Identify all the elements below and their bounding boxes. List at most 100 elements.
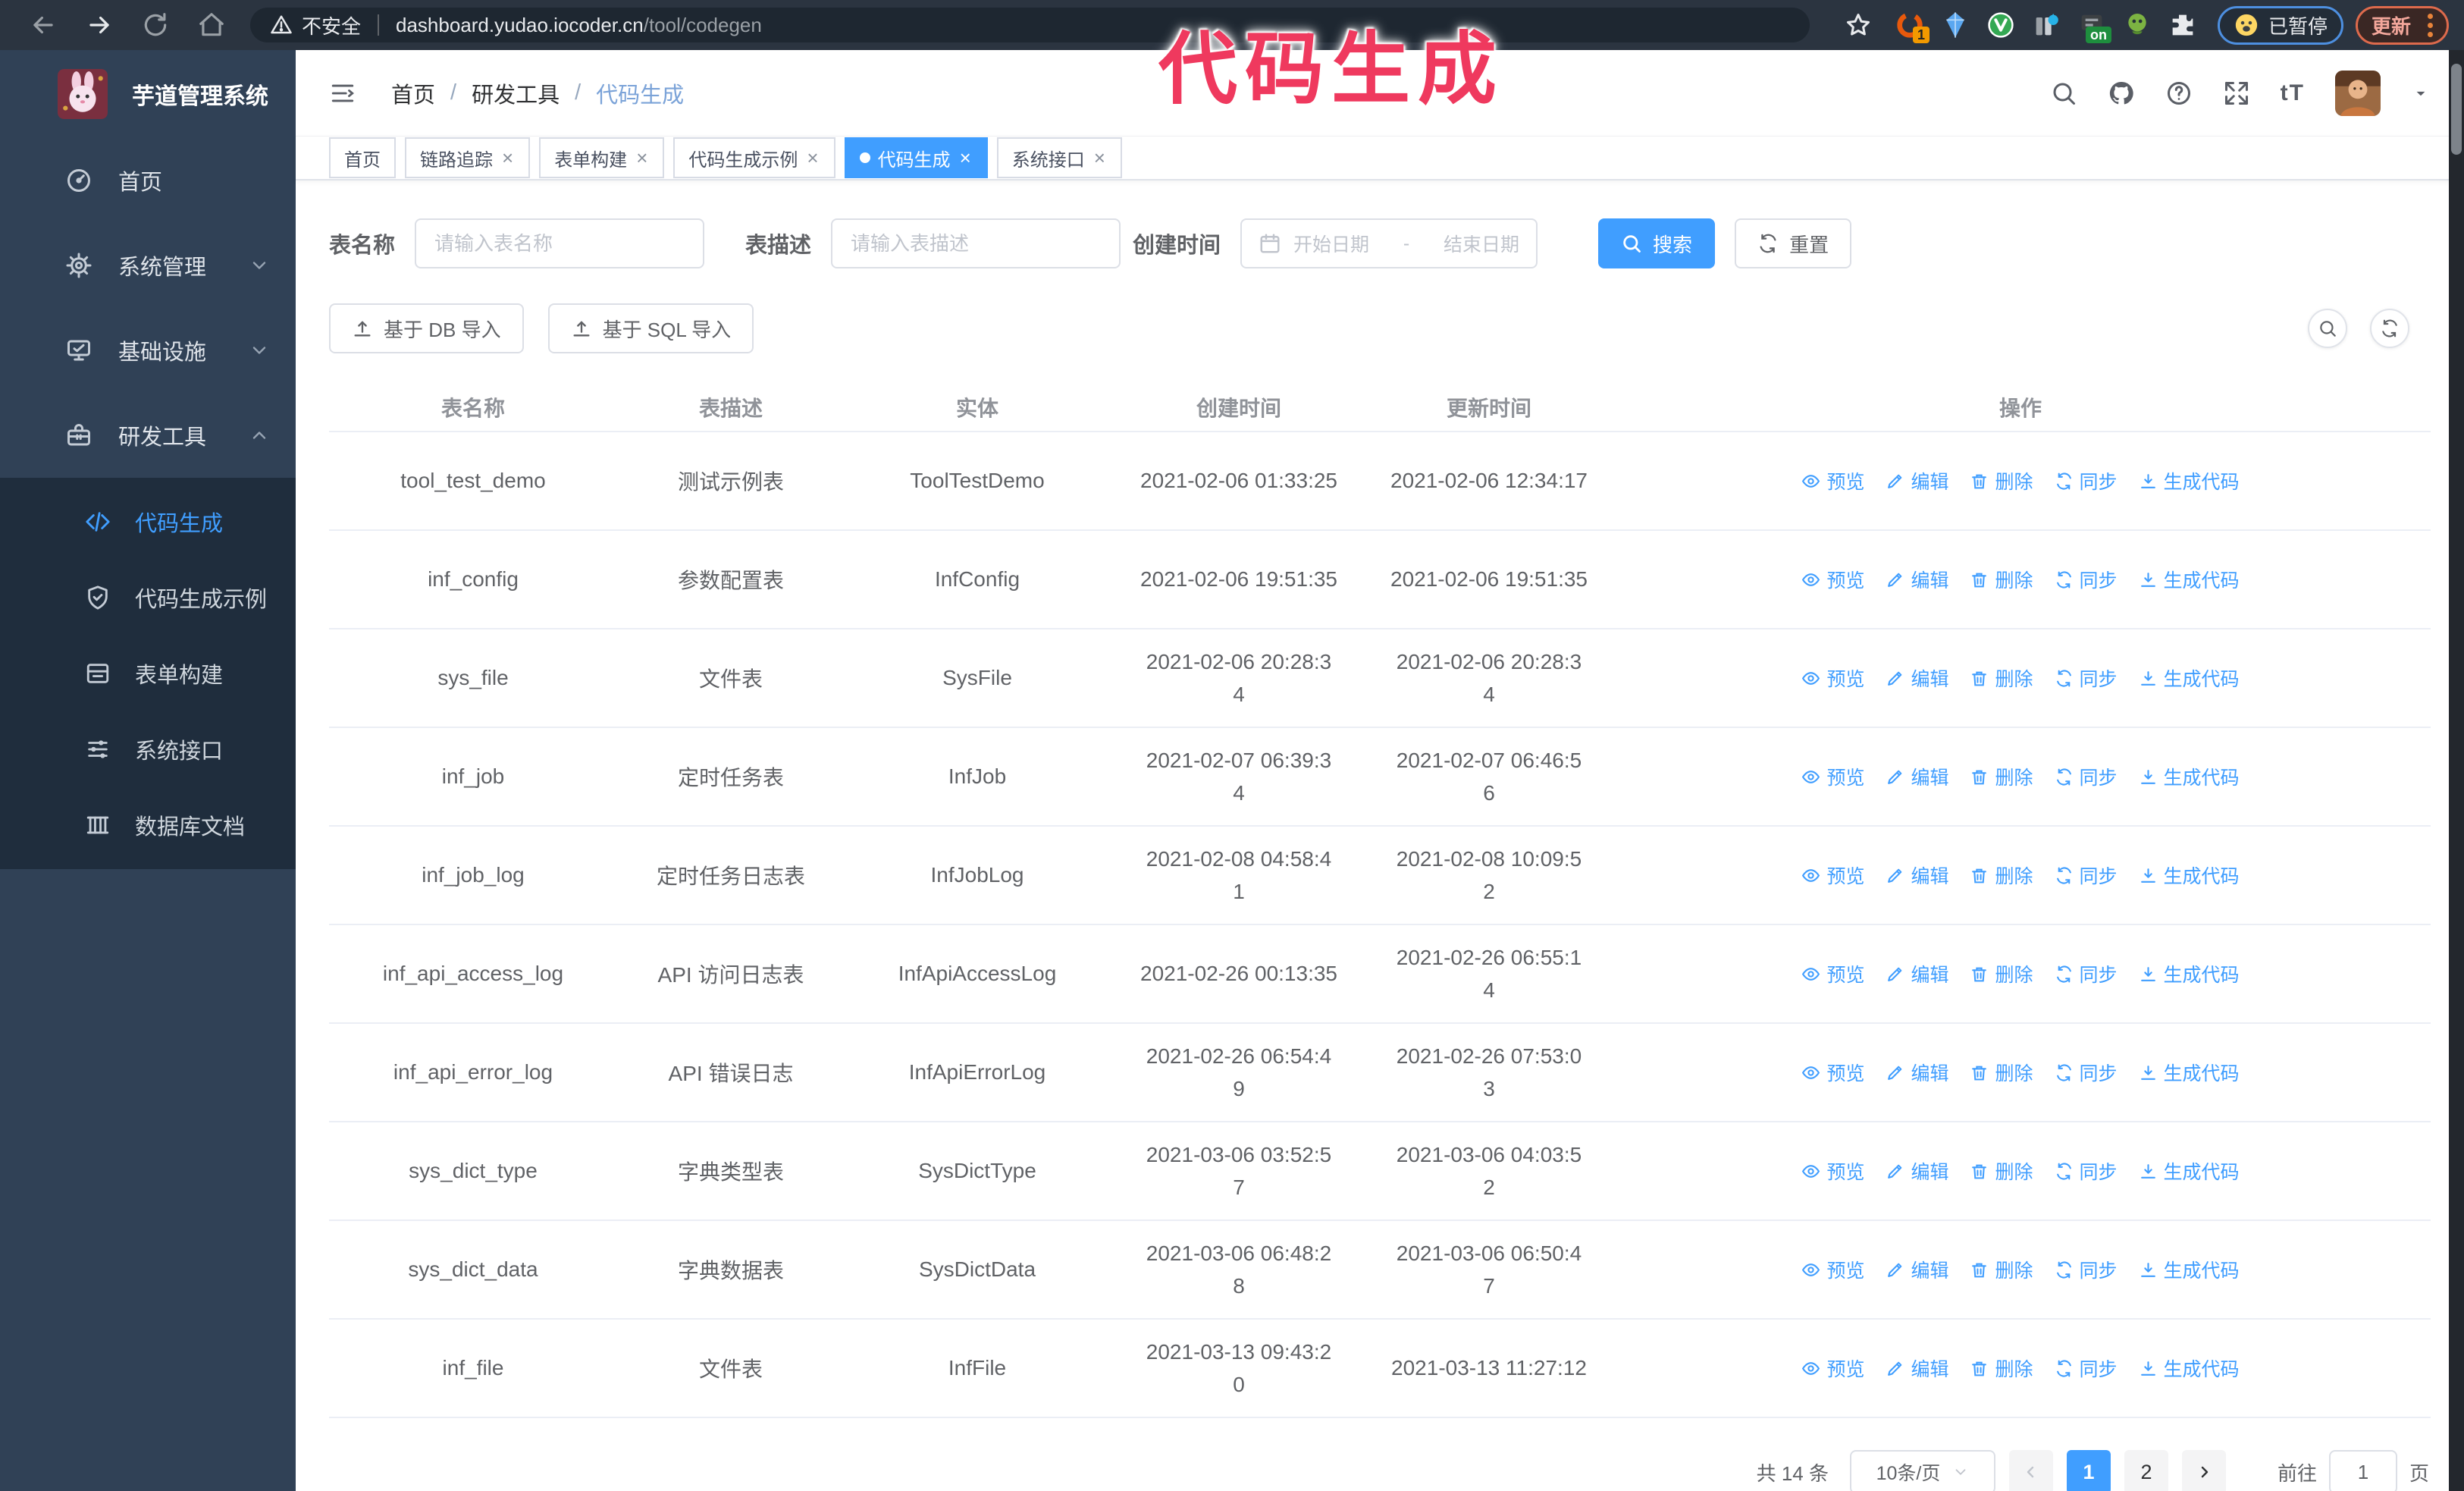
edit-link[interactable]: 编辑 [1886,467,1948,494]
address-bar[interactable]: 不安全 dashboard.yudao.iocoder.cn/tool/code… [250,8,1810,42]
delete-link[interactable]: 删除 [1970,1059,2033,1086]
tab-tracing[interactable]: 链路追踪 × [405,137,531,178]
generate-code-link[interactable]: 生成代码 [2139,763,2240,790]
preview-link[interactable]: 预览 [1801,763,1864,790]
prev-page-button[interactable] [2008,1450,2053,1491]
extension-icon-6[interactable] [2122,10,2152,40]
preview-link[interactable]: 预览 [1801,862,1864,889]
close-icon[interactable]: × [805,148,820,168]
delete-link[interactable]: 删除 [1970,467,2033,494]
sidebar-item-home[interactable]: 首页 [0,138,296,223]
preview-link[interactable]: 预览 [1801,1059,1864,1086]
page-size-select[interactable]: 10条/页 [1849,1450,1995,1491]
delete-link[interactable]: 删除 [1970,1157,2033,1185]
edit-link[interactable]: 编辑 [1886,1059,1948,1086]
generate-code-link[interactable]: 生成代码 [2139,960,2240,987]
sidebar-item-system-api[interactable]: 系统接口 [0,711,296,787]
search-button[interactable]: 搜索 [1598,218,1716,268]
github-icon[interactable] [2108,80,2135,107]
tab-home[interactable]: 首页 [329,137,396,178]
extension-icon-3[interactable] [1986,10,2016,40]
close-icon[interactable]: × [958,148,973,168]
preview-link[interactable]: 预览 [1801,566,1864,593]
edit-link[interactable]: 编辑 [1886,862,1948,889]
import-sql-button[interactable]: 基于 SQL 导入 [547,303,754,353]
delete-link[interactable]: 删除 [1970,763,2033,790]
sync-link[interactable]: 同步 [2055,960,2118,987]
delete-link[interactable]: 删除 [1970,1256,2033,1283]
sync-link[interactable]: 同步 [2055,862,2118,889]
bookmark-star-icon[interactable] [1845,11,1872,39]
page-button-2[interactable]: 2 [2124,1450,2168,1491]
extension-icon-1[interactable]: 1 [1895,10,1930,43]
sidebar-item-db-docs[interactable]: 数据库文档 [0,787,296,863]
update-browser-pill[interactable]: 更新 [2355,5,2449,45]
generate-code-link[interactable]: 生成代码 [2139,1256,2240,1283]
sidebar-item-codegen[interactable]: 代码生成 [0,484,296,560]
user-avatar[interactable] [2335,70,2381,116]
breadcrumb-home[interactable]: 首页 [391,77,435,109]
sync-link[interactable]: 同步 [2055,1157,2118,1185]
browser-home-icon[interactable] [197,11,226,39]
font-size-icon[interactable]: tT [2281,80,2305,106]
close-icon[interactable]: × [1092,148,1107,168]
date-range-picker[interactable]: 开始日期 - 结束日期 [1240,218,1538,268]
app-logo-row[interactable]: 芋道管理系统 [0,50,296,138]
edit-link[interactable]: 编辑 [1886,1157,1948,1185]
delete-link[interactable]: 删除 [1970,664,2033,692]
hamburger-menu-icon[interactable] [328,80,358,106]
scrollbar-thumb[interactable] [2451,64,2462,155]
extension-icon-4[interactable] [2031,10,2061,40]
browser-back-icon[interactable] [29,11,58,39]
browser-reload-icon[interactable] [141,11,170,39]
preview-link[interactable]: 预览 [1801,960,1864,987]
caret-down-icon[interactable] [2411,83,2431,103]
sync-link[interactable]: 同步 [2055,664,2118,692]
edit-link[interactable]: 编辑 [1886,566,1948,593]
edit-link[interactable]: 编辑 [1886,960,1948,987]
table-desc-input[interactable] [831,218,1121,268]
sync-link[interactable]: 同步 [2055,467,2118,494]
edit-link[interactable]: 编辑 [1886,763,1948,790]
sync-link[interactable]: 同步 [2055,566,2118,593]
search-icon[interactable] [2050,80,2077,107]
sync-link[interactable]: 同步 [2055,1354,2118,1382]
preview-link[interactable]: 预览 [1801,664,1864,692]
browser-menu-icon[interactable] [2428,13,2433,37]
breadcrumb-devtools[interactable]: 研发工具 [472,77,560,109]
sync-link[interactable]: 同步 [2055,1059,2118,1086]
delete-link[interactable]: 删除 [1970,1354,2033,1382]
toggle-search-button[interactable] [2308,309,2347,348]
sidebar-item-infra[interactable]: 基础设施 [0,308,296,393]
extension-icon-2[interactable] [1940,10,1970,40]
close-icon[interactable]: × [635,148,649,168]
delete-link[interactable]: 删除 [1970,566,2033,593]
extension-icon-7[interactable] [2168,10,2198,40]
next-page-button[interactable] [2181,1450,2226,1491]
close-icon[interactable]: × [500,148,515,168]
sidebar-item-codegen-example[interactable]: 代码生成示例 [0,560,296,636]
delete-link[interactable]: 删除 [1970,862,2033,889]
preview-link[interactable]: 预览 [1801,1354,1864,1382]
generate-code-link[interactable]: 生成代码 [2139,664,2240,692]
page-button-1[interactable]: 1 [2066,1450,2111,1491]
sidebar-item-form-builder[interactable]: 表单构建 [0,636,296,711]
sidebar-item-system[interactable]: 系统管理 [0,223,296,308]
tab-codegen-example[interactable]: 代码生成示例 × [673,137,835,178]
edit-link[interactable]: 编辑 [1886,1354,1948,1382]
goto-page-input[interactable] [2328,1450,2397,1491]
security-chip[interactable]: 不安全 [270,11,361,39]
tab-form-builder[interactable]: 表单构建 × [539,137,665,178]
table-name-input[interactable] [415,218,705,268]
preview-link[interactable]: 预览 [1801,1256,1864,1283]
generate-code-link[interactable]: 生成代码 [2139,566,2240,593]
preview-link[interactable]: 预览 [1801,1157,1864,1185]
edit-link[interactable]: 编辑 [1886,664,1948,692]
sidebar-item-devtools[interactable]: 研发工具 [0,393,296,478]
refresh-table-button[interactable] [2370,309,2409,348]
delete-link[interactable]: 删除 [1970,960,2033,987]
tab-codegen[interactable]: 代码生成 × [844,137,988,178]
sync-link[interactable]: 同步 [2055,763,2118,790]
generate-code-link[interactable]: 生成代码 [2139,1059,2240,1086]
browser-forward-icon[interactable] [85,11,114,39]
